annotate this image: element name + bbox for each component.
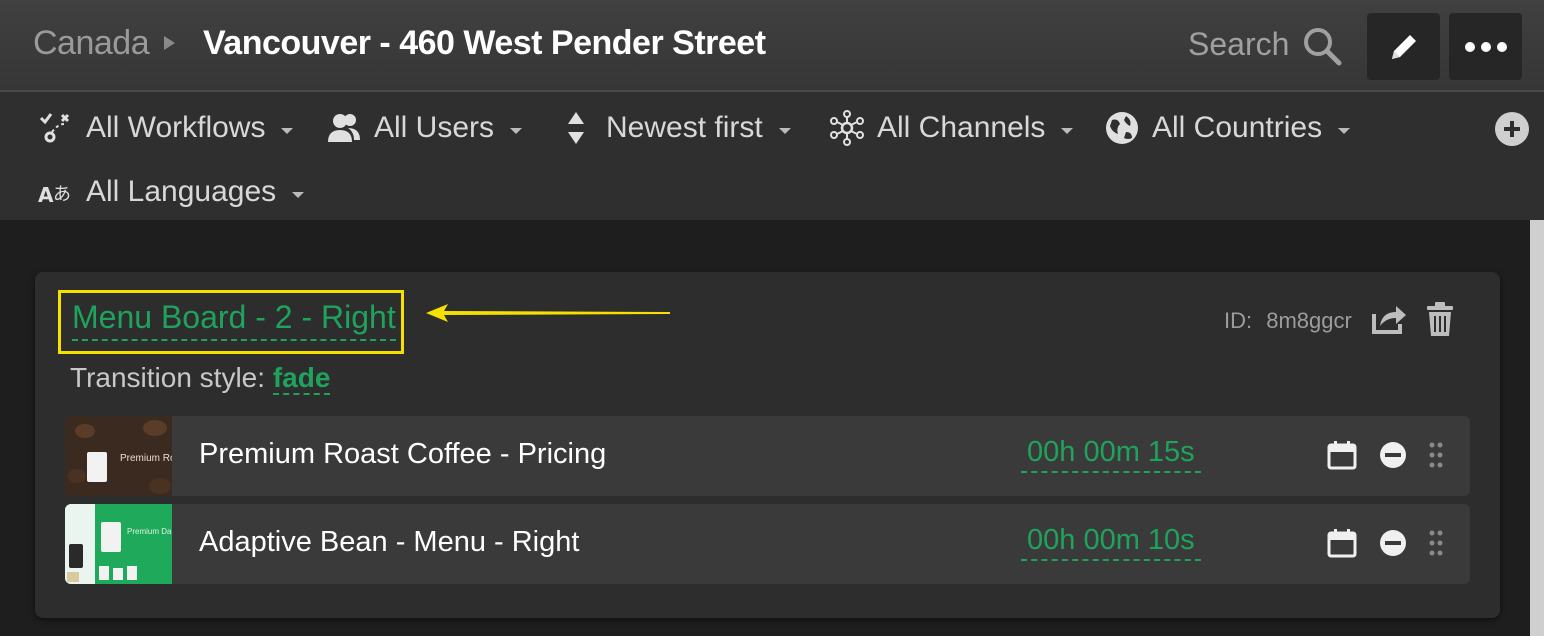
filter-sort[interactable]: Newest first	[558, 108, 791, 148]
filter-bar: All Workflows All Users Newest first All…	[0, 92, 1544, 220]
share-icon[interactable]	[1370, 302, 1408, 336]
filter-label: All Countries	[1152, 111, 1323, 144]
svg-text:A: A	[38, 183, 54, 207]
chevron-down-icon	[510, 128, 523, 134]
playlist-item[interactable]: Premium Roast Premium Roast Coffee - Pri…	[65, 416, 1470, 496]
edit-button[interactable]	[1367, 13, 1440, 80]
item-title: Adaptive Bean - Menu - Right	[199, 526, 580, 558]
playlist-name[interactable]: Menu Board - 2 - Right	[72, 297, 396, 341]
search-icon[interactable]	[1302, 26, 1342, 66]
more-options-button[interactable]	[1449, 13, 1522, 80]
svg-text:Premium Dark Roast: Premium Dark Roast	[127, 527, 172, 536]
playlist-id-label: ID:	[1224, 308, 1253, 333]
filter-channels[interactable]: All Channels	[829, 108, 1074, 148]
plus-icon	[1504, 121, 1520, 137]
language-icon: A あ	[38, 174, 74, 210]
filter-label: All Languages	[86, 175, 277, 208]
playlist-item[interactable]: Premium Dark Roast Adaptive Bean - Menu …	[65, 504, 1470, 584]
filter-label: All Workflows	[86, 111, 266, 144]
add-filter-button[interactable]	[1495, 112, 1529, 146]
app-root: Canada Vancouver - 460 West Pender Stree…	[0, 0, 1544, 636]
transition-value[interactable]: fade	[272, 362, 331, 395]
chevron-down-icon	[1338, 128, 1351, 134]
remove-icon[interactable]	[1379, 441, 1407, 469]
item-duration[interactable]: 00h 00m 10s	[1021, 524, 1201, 561]
filter-label: All Users	[374, 111, 495, 144]
filter-workflows[interactable]: All Workflows	[38, 108, 294, 148]
filter-label: All Channels	[877, 111, 1046, 144]
calendar-icon[interactable]	[1327, 528, 1357, 558]
playlist-id-value: 8m8ggcr	[1266, 308, 1352, 333]
drag-handle-icon[interactable]	[1429, 441, 1443, 469]
annotation-arrow-icon	[426, 304, 670, 322]
trash-icon[interactable]	[1424, 300, 1456, 338]
transition-label: Transition style:	[70, 362, 266, 393]
pencil-icon	[1391, 34, 1416, 59]
breadcrumb-separator-icon	[164, 36, 175, 50]
filter-label: Newest first	[606, 111, 763, 144]
channels-icon	[829, 110, 865, 146]
sort-icon	[558, 110, 594, 146]
content-thumbnail: Premium Dark Roast	[65, 504, 172, 584]
search-label[interactable]: Search	[1188, 26, 1289, 63]
workflow-icon	[38, 110, 74, 146]
item-title: Premium Roast Coffee - Pricing	[199, 438, 607, 470]
ellipsis-icon	[1464, 41, 1507, 52]
item-duration[interactable]: 00h 00m 15s	[1021, 436, 1201, 473]
scrollbar[interactable]	[1530, 220, 1544, 636]
page-title: Vancouver - 460 West Pender Street	[203, 24, 766, 62]
playlist-id: ID: 8m8ggcr	[1224, 308, 1352, 334]
chevron-down-icon	[778, 128, 791, 134]
svg-text:Premium Roast: Premium Roast	[120, 453, 172, 464]
drag-handle-icon[interactable]	[1429, 529, 1443, 557]
top-header: Canada Vancouver - 460 West Pender Stree…	[0, 0, 1544, 92]
calendar-icon[interactable]	[1327, 440, 1357, 470]
users-icon	[326, 110, 362, 146]
breadcrumb-parent[interactable]: Canada	[33, 24, 150, 63]
filter-countries[interactable]: All Countries	[1104, 108, 1351, 148]
globe-icon	[1104, 110, 1140, 146]
chevron-down-icon	[1061, 128, 1074, 134]
content-thumbnail: Premium Roast	[65, 416, 172, 496]
filter-languages[interactable]: A あ All Languages	[38, 172, 305, 212]
chevron-down-icon	[281, 128, 294, 134]
svg-text:あ: あ	[53, 184, 71, 205]
transition-style: Transition style: fade	[70, 362, 331, 395]
remove-icon[interactable]	[1379, 529, 1407, 557]
filter-users[interactable]: All Users	[326, 108, 523, 148]
chevron-down-icon	[292, 192, 305, 198]
